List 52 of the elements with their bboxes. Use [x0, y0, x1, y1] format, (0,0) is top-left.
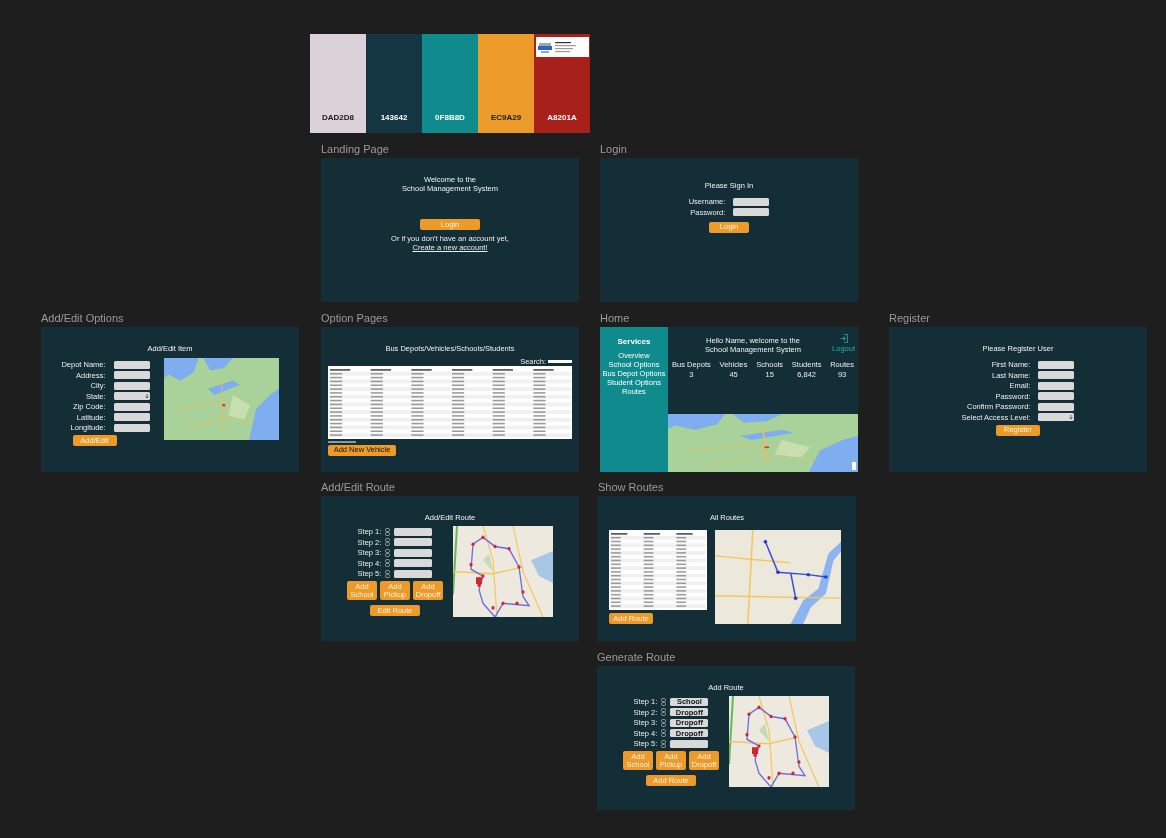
- frame-label: Register: [889, 311, 930, 325]
- input-field[interactable]: [113, 402, 150, 411]
- handle-icon[interactable]: [661, 718, 667, 727]
- frame-label: Add/Edit Route: [321, 480, 395, 494]
- frame-label: Landing Page: [321, 142, 389, 156]
- input-field[interactable]: [670, 739, 709, 748]
- frame-label: Generate Route: [597, 650, 676, 664]
- handle-icon[interactable]: [385, 569, 391, 578]
- input-field[interactable]: [394, 538, 433, 546]
- hex-code: 0F8B8D: [435, 113, 465, 122]
- input-field[interactable]: [1038, 360, 1075, 369]
- input-field[interactable]: [1038, 371, 1075, 379]
- input-field[interactable]: [113, 423, 150, 432]
- input-field[interactable]: [1038, 402, 1075, 411]
- input-field[interactable]: [113, 413, 150, 421]
- frame-label: Add/Edit Options: [41, 311, 124, 325]
- input-field[interactable]: [733, 208, 770, 216]
- input-field[interactable]: [113, 381, 150, 390]
- input-field[interactable]: [113, 360, 150, 369]
- entries-info-line: [328, 441, 356, 443]
- down-arrow-icon: [144, 393, 149, 399]
- frame-label: Login: [600, 142, 627, 156]
- handle-icon[interactable]: [385, 538, 391, 546]
- handle-icon[interactable]: [661, 697, 667, 706]
- frame-label: Show Routes: [598, 480, 664, 494]
- input-field[interactable]: [394, 559, 433, 567]
- hex-code: 143642: [380, 113, 408, 122]
- input-field[interactable]: [733, 197, 770, 206]
- brand-logo-icon: [538, 40, 552, 54]
- handle-icon[interactable]: [661, 729, 667, 737]
- select-field[interactable]: [1038, 413, 1075, 421]
- input-field[interactable]: [1038, 381, 1075, 390]
- down-arrow-icon: [1069, 414, 1074, 420]
- frame-label: Option Pages: [321, 311, 388, 325]
- logout-icon: [839, 334, 848, 343]
- handle-icon[interactable]: [661, 739, 667, 748]
- input-field[interactable]: [113, 371, 150, 379]
- handle-icon[interactable]: [661, 708, 667, 716]
- input-field[interactable]: [394, 548, 433, 557]
- search-field[interactable]: [548, 360, 572, 363]
- handle-icon[interactable]: [385, 527, 391, 536]
- hex-code: EC9A29: [490, 113, 522, 122]
- hex-code: A8201A: [547, 113, 577, 122]
- handle-icon[interactable]: [385, 548, 391, 557]
- select-field[interactable]: [113, 392, 150, 400]
- input-field[interactable]: [394, 569, 433, 578]
- input-field[interactable]: [394, 527, 433, 536]
- handle-icon[interactable]: [385, 559, 391, 567]
- sidebar-title: Services: [617, 337, 651, 346]
- frame-label: Home: [600, 311, 630, 325]
- input-field[interactable]: [1038, 392, 1075, 400]
- hex-code: DAD2D8: [322, 113, 354, 122]
